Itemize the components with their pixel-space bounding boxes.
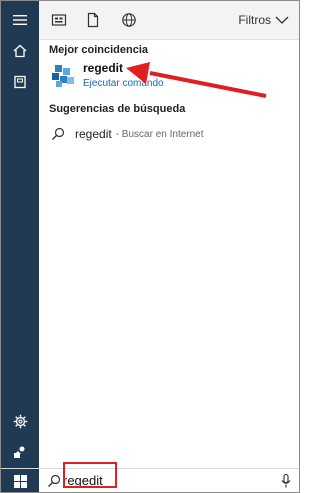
annotation-arrow — [126, 62, 267, 98]
